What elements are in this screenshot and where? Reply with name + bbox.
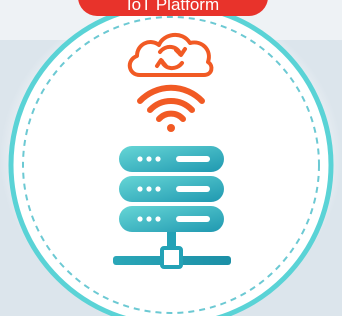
server-base-connector [160, 246, 183, 269]
iot-platform-illustration: IoT Platform [0, 0, 342, 321]
illustration-canvas [0, 0, 342, 321]
header-badge: IoT Platform [78, 0, 268, 16]
